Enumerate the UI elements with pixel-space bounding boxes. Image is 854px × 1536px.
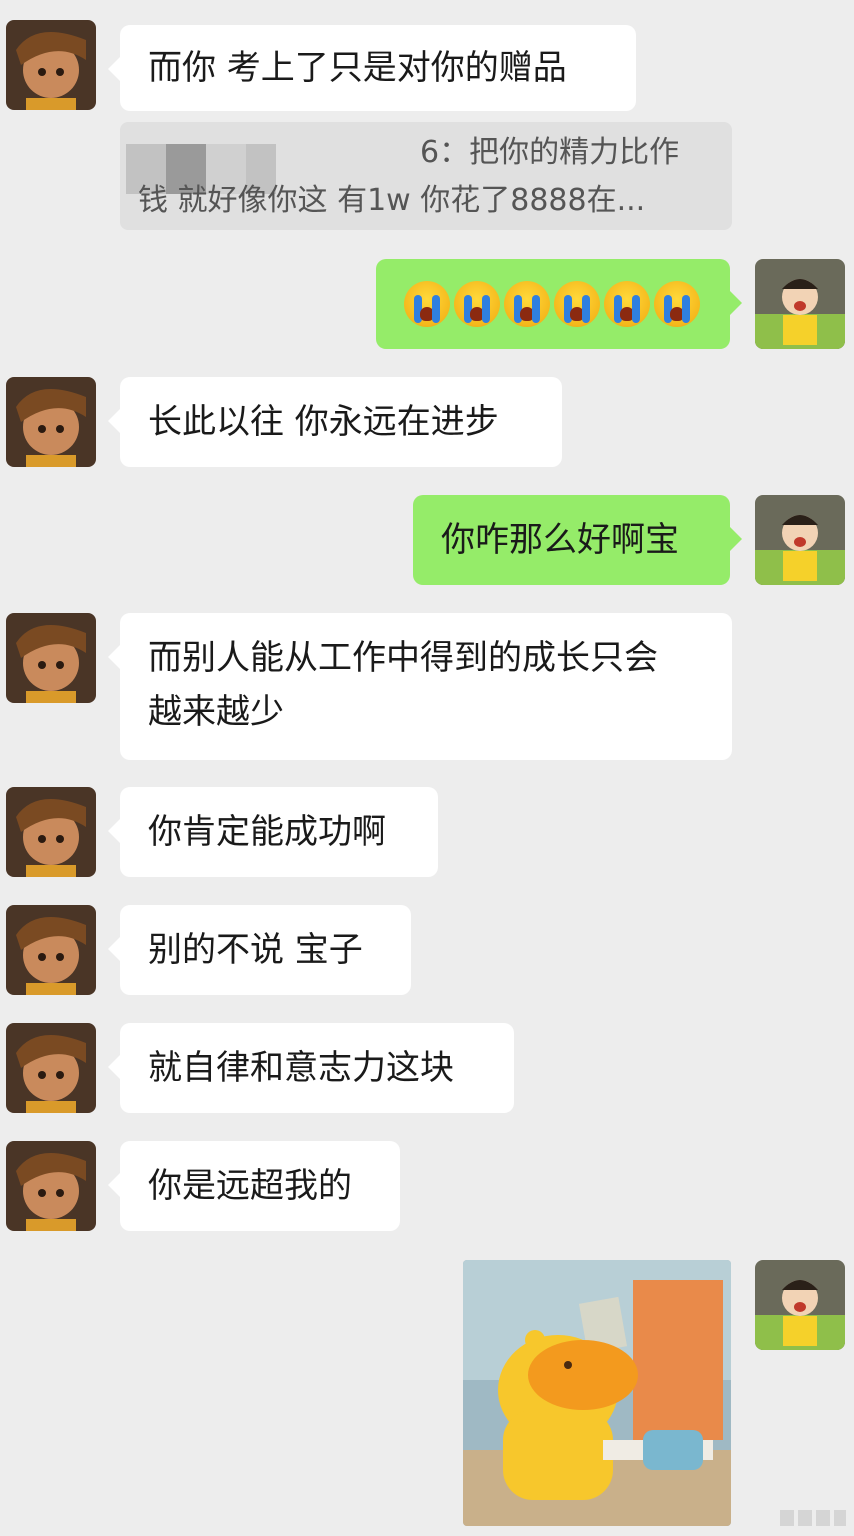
watermark: [780, 1510, 846, 1526]
message-text: 你咋那么好啊宝: [441, 520, 679, 560]
message-bubble[interactable]: 而别人能从工作中得到的成长只会 越来越少: [108, 613, 732, 760]
message-bubble[interactable]: 而你 考上了只是对你的赠品: [108, 25, 636, 111]
message-bubble[interactable]: 别的不说 宝子: [108, 905, 411, 995]
contact-avatar[interactable]: [6, 613, 96, 703]
crying-face-icon: [604, 281, 650, 327]
message-text-line-1: 而别人能从工作中得到的成长只会: [148, 638, 658, 678]
contact-avatar[interactable]: [6, 1023, 96, 1113]
message-text: 长此以往 你永远在进步: [148, 402, 499, 442]
quoted-message[interactable]: 6：把你的精力比作 钱 就好像你这 有1w 你花了8888在...: [120, 122, 732, 230]
crying-face-icon: [554, 281, 600, 327]
sticker-image[interactable]: [463, 1260, 731, 1526]
message-text: 你是远超我的: [148, 1166, 352, 1206]
self-avatar[interactable]: [755, 1260, 845, 1350]
emoji-message-bubble[interactable]: [376, 259, 742, 349]
message-bubble[interactable]: 你咋那么好啊宝: [413, 495, 742, 585]
contact-avatar[interactable]: [6, 905, 96, 995]
quote-line-1: 6：把你的精力比作: [420, 135, 680, 170]
message-bubble[interactable]: 你是远超我的: [108, 1141, 400, 1231]
contact-avatar[interactable]: [6, 20, 96, 110]
crying-emoji-row: [404, 281, 702, 327]
self-avatar[interactable]: [755, 259, 845, 349]
self-avatar[interactable]: [755, 495, 845, 585]
message-text: 而你 考上了只是对你的赠品: [148, 48, 567, 88]
crying-face-icon: [504, 281, 550, 327]
contact-avatar[interactable]: [6, 787, 96, 877]
crying-face-icon: [454, 281, 500, 327]
message-bubble[interactable]: 就自律和意志力这块: [108, 1023, 514, 1113]
message-bubble[interactable]: 你肯定能成功啊: [108, 787, 438, 877]
crying-face-icon: [404, 281, 450, 327]
crying-face-icon: [654, 281, 700, 327]
contact-avatar[interactable]: [6, 1141, 96, 1231]
message-bubble[interactable]: 长此以往 你永远在进步: [108, 377, 562, 467]
message-text-line-2: 越来越少: [148, 692, 284, 732]
message-text: 就自律和意志力这块: [148, 1048, 454, 1088]
message-text: 你肯定能成功啊: [148, 812, 386, 852]
contact-avatar[interactable]: [6, 377, 96, 467]
message-text: 别的不说 宝子: [148, 930, 363, 970]
quote-line-2: 钱 就好像你这 有1w 你花了8888在...: [138, 183, 646, 218]
